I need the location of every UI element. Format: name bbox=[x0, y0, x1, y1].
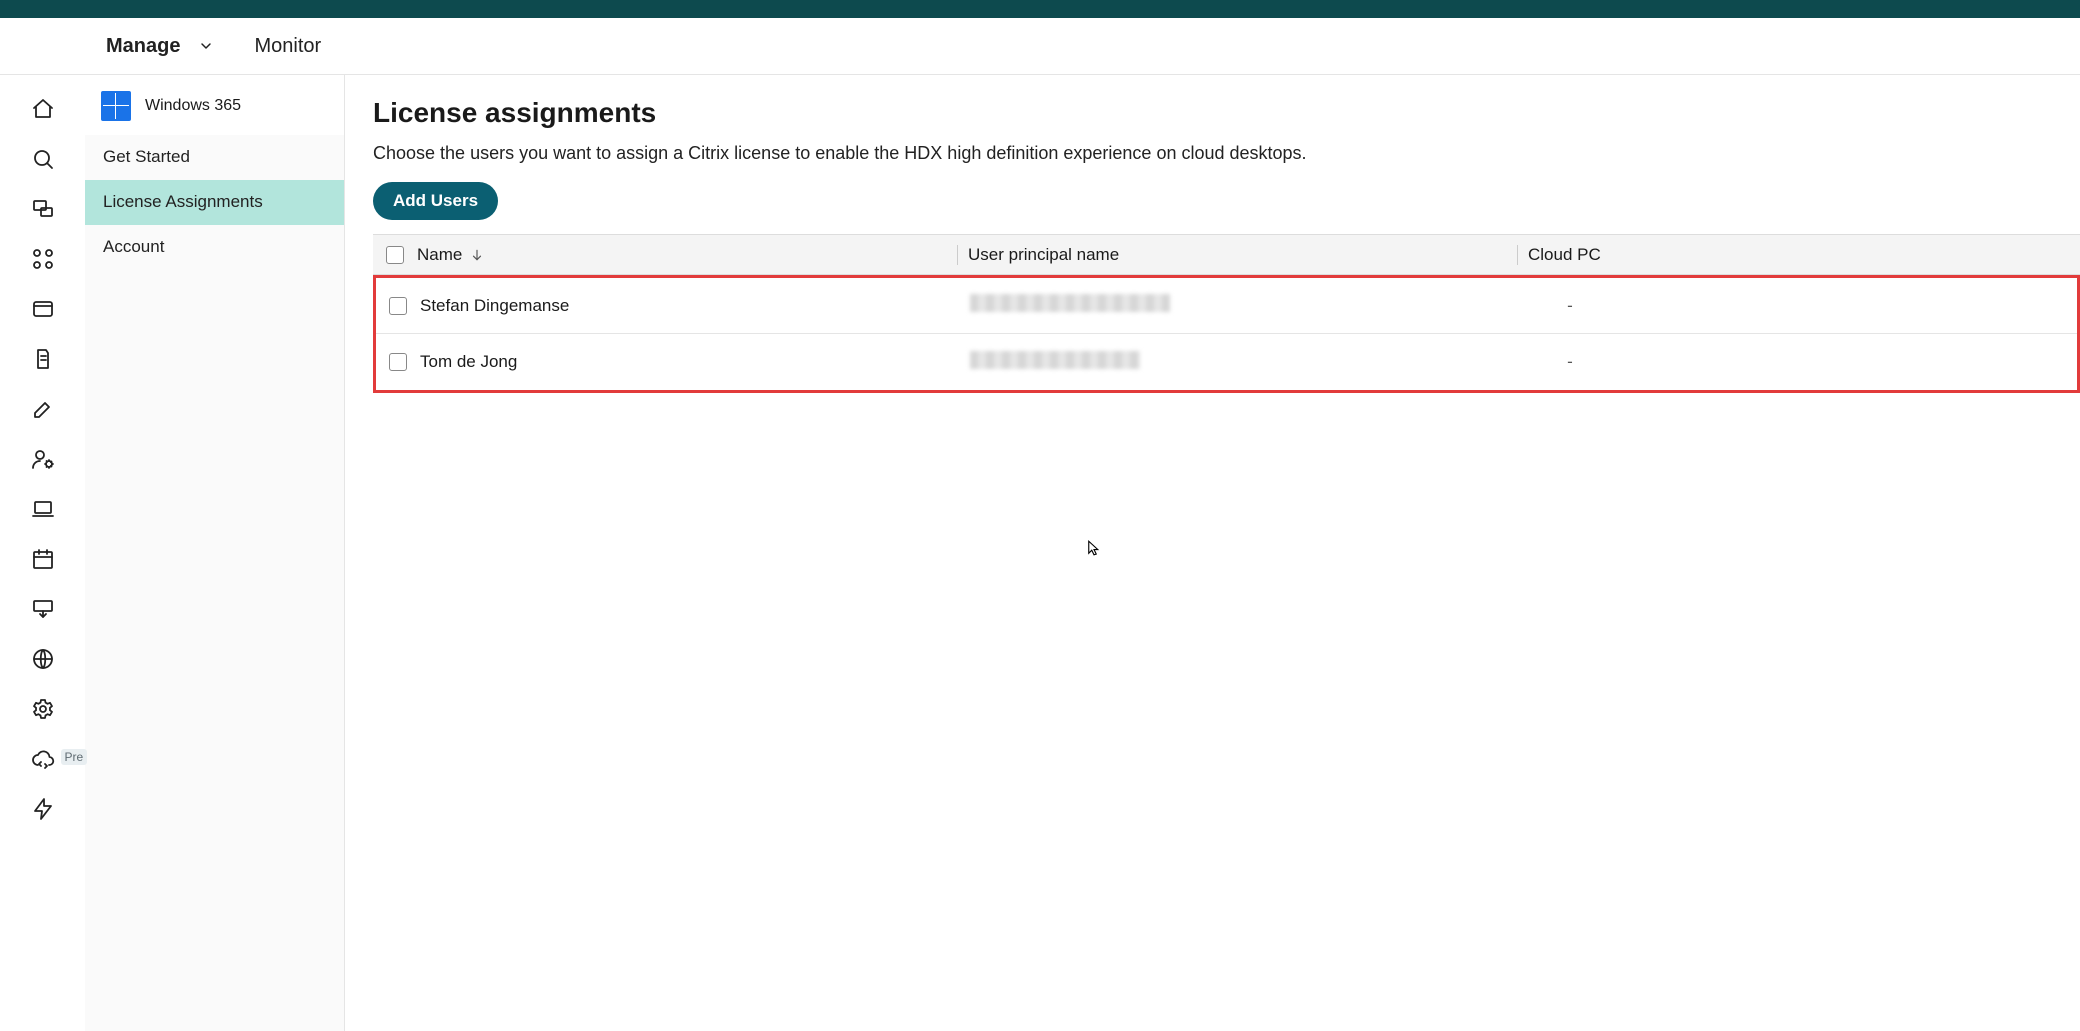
mouse-cursor-icon bbox=[1085, 537, 1103, 559]
subnav-item-label: License Assignments bbox=[103, 192, 263, 211]
search-icon[interactable] bbox=[31, 147, 55, 171]
windows-365-icon bbox=[101, 91, 131, 121]
select-all-cell bbox=[373, 246, 417, 264]
laptop-icon[interactable] bbox=[31, 497, 55, 521]
machines-icon[interactable] bbox=[31, 197, 55, 221]
add-users-button[interactable]: Add Users bbox=[373, 182, 498, 220]
table-header-row: Name User principal name Cloud PC bbox=[373, 235, 2080, 275]
secondary-nav-header: Windows 365 bbox=[85, 75, 344, 135]
cell-cloudpc: - bbox=[1520, 296, 1610, 316]
calendar-icon[interactable] bbox=[31, 547, 55, 571]
top-tab-bar: Manage Monitor bbox=[0, 18, 2080, 75]
table-row[interactable]: Tom de Jong - bbox=[376, 334, 2077, 390]
secondary-nav-title: Windows 365 bbox=[145, 97, 241, 115]
column-header-upn-label: User principal name bbox=[968, 245, 1119, 264]
gear-icon[interactable] bbox=[31, 697, 55, 721]
column-header-cloudpc[interactable]: Cloud PC bbox=[1517, 245, 1607, 265]
subnav-item-label: Account bbox=[103, 237, 164, 256]
top-brand-strip bbox=[0, 0, 2080, 18]
row-checkbox-cell bbox=[376, 353, 420, 371]
cloud-sync-icon[interactable]: Pre bbox=[31, 747, 55, 771]
tab-monitor-label: Monitor bbox=[254, 35, 321, 58]
column-header-upn[interactable]: User principal name bbox=[957, 245, 1517, 265]
redacted-text bbox=[970, 294, 1170, 312]
policies-icon[interactable] bbox=[31, 347, 55, 371]
row-checkbox[interactable] bbox=[389, 353, 407, 371]
subnav-item-license-assignments[interactable]: License Assignments bbox=[85, 180, 344, 225]
column-header-name[interactable]: Name bbox=[417, 245, 957, 265]
redacted-text bbox=[970, 351, 1140, 369]
main-content: License assignments Choose the users you… bbox=[345, 75, 2080, 1031]
tab-manage[interactable]: Manage bbox=[86, 18, 234, 74]
column-header-name-label: Name bbox=[417, 245, 462, 265]
preview-badge: Pre bbox=[61, 749, 88, 765]
cell-upn bbox=[960, 351, 1520, 374]
row-checkbox[interactable] bbox=[389, 297, 407, 315]
globe-icon[interactable] bbox=[31, 647, 55, 671]
page-title: License assignments bbox=[373, 97, 2080, 129]
download-icon[interactable] bbox=[31, 597, 55, 621]
subnav-item-get-started[interactable]: Get Started bbox=[85, 135, 344, 180]
cell-upn bbox=[960, 294, 1520, 317]
left-icon-rail: Pre bbox=[0, 75, 85, 1031]
browser-icon[interactable] bbox=[31, 297, 55, 321]
license-table: Name User principal name Cloud PC bbox=[373, 234, 2080, 393]
sort-descending-icon bbox=[470, 248, 484, 262]
home-icon[interactable] bbox=[31, 97, 55, 121]
bolt-icon[interactable] bbox=[31, 797, 55, 821]
secondary-nav: Windows 365 Get Started License Assignme… bbox=[85, 75, 345, 1031]
user-settings-icon[interactable] bbox=[31, 447, 55, 471]
table-row[interactable]: Stefan Dingemanse - bbox=[376, 278, 2077, 334]
row-checkbox-cell bbox=[376, 297, 420, 315]
apps-icon[interactable] bbox=[31, 247, 55, 271]
highlighted-rows: Stefan Dingemanse - Tom de Jong - bbox=[373, 275, 2080, 393]
cell-cloudpc: - bbox=[1520, 352, 1610, 372]
edit-icon[interactable] bbox=[31, 397, 55, 421]
page-description: Choose the users you want to assign a Ci… bbox=[373, 143, 2080, 164]
chevron-down-icon bbox=[198, 38, 214, 54]
cell-name: Stefan Dingemanse bbox=[420, 296, 960, 316]
tab-monitor[interactable]: Monitor bbox=[234, 18, 341, 74]
subnav-item-account[interactable]: Account bbox=[85, 225, 344, 270]
subnav-item-label: Get Started bbox=[103, 147, 190, 166]
column-header-cloudpc-label: Cloud PC bbox=[1528, 245, 1601, 264]
cell-name: Tom de Jong bbox=[420, 352, 960, 372]
select-all-checkbox[interactable] bbox=[386, 246, 404, 264]
tab-manage-label: Manage bbox=[106, 35, 180, 58]
